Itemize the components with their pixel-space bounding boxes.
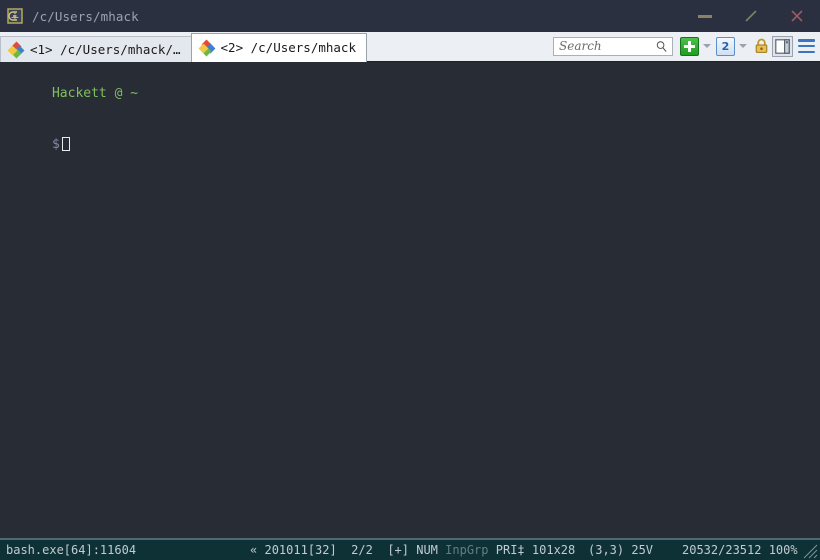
status-center-group: « 201011[32] 2/2 [+] NUM InpGrp PRI‡ 101… bbox=[250, 543, 575, 557]
status-priority: PRI‡ bbox=[495, 543, 525, 557]
active-console-button[interactable]: 2 bbox=[716, 36, 735, 56]
bash-diamond-icon bbox=[198, 39, 215, 57]
chevron-down-icon bbox=[702, 44, 711, 48]
status-process: bash.exe[64]:11604 bbox=[6, 543, 137, 557]
lock-button[interactable] bbox=[752, 37, 771, 56]
maximize-icon bbox=[745, 10, 757, 22]
tab-console-2[interactable]: <2> /c/Users/mhack bbox=[190, 33, 367, 62]
status-input-group: InpGrp bbox=[445, 543, 489, 557]
active-console-dropdown[interactable] bbox=[736, 37, 749, 56]
new-console-dropdown[interactable] bbox=[700, 37, 713, 56]
tab-label: <1> /c/Users/mhack/… bbox=[30, 41, 181, 57]
search-input[interactable] bbox=[559, 39, 655, 53]
status-size: 101x28 bbox=[531, 543, 576, 557]
tab-strip: <1> /c/Users/mhack/… <2> /c/Users/mhack bbox=[0, 31, 367, 63]
close-button[interactable] bbox=[774, 0, 820, 32]
minimize-button[interactable] bbox=[682, 0, 728, 32]
status-cursor-group: (3,3) 25V bbox=[588, 543, 653, 557]
menu-line bbox=[798, 44, 815, 48]
status-memory: 20532/23512 100% bbox=[682, 543, 798, 557]
new-console-button[interactable] bbox=[680, 36, 699, 56]
status-cursor-position: (3,3) bbox=[588, 543, 625, 557]
split-pane-button[interactable] bbox=[772, 35, 793, 57]
window-title: /c/Users/mhack bbox=[32, 8, 139, 24]
search-icon[interactable] bbox=[655, 40, 668, 53]
plus-icon bbox=[680, 36, 699, 56]
menu-line bbox=[798, 50, 815, 53]
status-bar: bash.exe[64]:11604 « 201011[32] 2/2 [+] … bbox=[0, 538, 820, 560]
menu-button[interactable] bbox=[798, 39, 815, 53]
status-modified-flag: [+] bbox=[387, 543, 409, 557]
chevron-down-icon bbox=[738, 44, 747, 48]
title-bar[interactable]: ∔ /c/Users/mhack bbox=[0, 0, 820, 32]
conemu-logo-icon[interactable]: ∔ bbox=[7, 8, 23, 24]
search-box[interactable] bbox=[553, 36, 673, 56]
conemu-window: ∔ /c/Users/mhack <1> /c/Users/mhack/… <2… bbox=[0, 0, 820, 560]
lock-icon bbox=[755, 38, 768, 53]
status-cursor-style: 25V bbox=[631, 543, 654, 557]
status-num-lock: NUM bbox=[416, 543, 438, 557]
window-controls bbox=[682, 0, 820, 32]
text-cursor bbox=[61, 137, 70, 151]
active-console-label: 2 bbox=[716, 36, 735, 56]
status-code-page: 201011[32] bbox=[264, 543, 337, 557]
maximize-button[interactable] bbox=[728, 0, 774, 32]
minimize-icon bbox=[698, 14, 712, 18]
bash-diamond-icon bbox=[7, 41, 25, 59]
prompt-line-user: Hackett @ ~ bbox=[5, 68, 820, 119]
close-icon bbox=[791, 10, 803, 22]
prompt-symbol: $ bbox=[51, 137, 60, 152]
tab-bar-toolbar: 2 bbox=[553, 31, 820, 61]
menu-line bbox=[798, 39, 815, 42]
split-pane-icon bbox=[775, 38, 790, 54]
tab-label: <2> /c/Users/mhack bbox=[220, 39, 356, 55]
tab-console-1[interactable]: <1> /c/Users/mhack/… bbox=[0, 36, 192, 63]
tab-bar: <1> /c/Users/mhack/… <2> /c/Users/mhack bbox=[0, 31, 820, 63]
status-tab-counter: 2/2 bbox=[351, 543, 373, 557]
resize-grip-icon[interactable] bbox=[802, 543, 818, 559]
prompt-line-input: $ bbox=[5, 119, 820, 170]
terminal-output[interactable]: Hackett @ ~ $ bbox=[0, 62, 820, 538]
prompt-user-host: Hackett @ ~ bbox=[51, 86, 139, 101]
